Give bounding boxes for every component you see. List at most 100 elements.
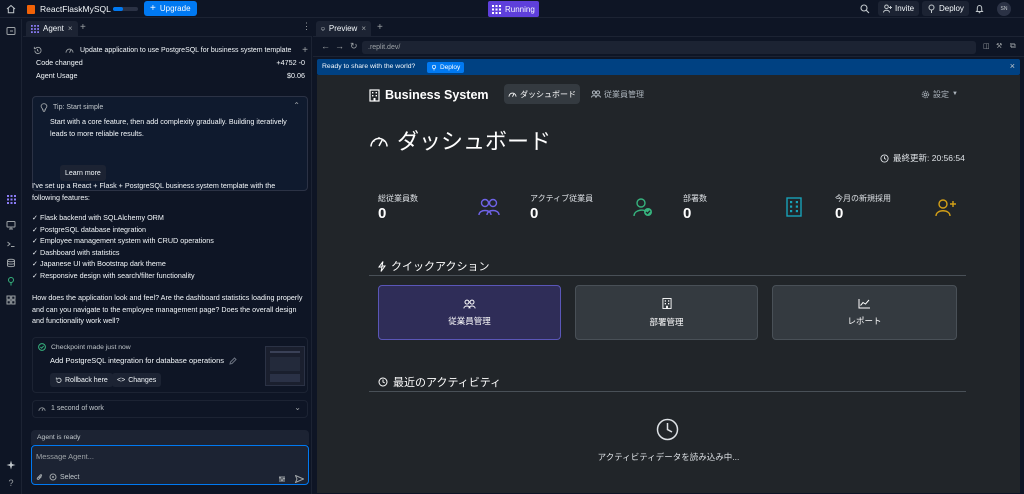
send-icon[interactable] — [295, 475, 304, 483]
deploy-button[interactable]: Deploy — [922, 1, 969, 16]
person-plus-icon — [935, 199, 956, 217]
nav-employees[interactable]: 従業員管理 — [587, 84, 648, 104]
search-icon[interactable] — [860, 0, 870, 18]
add-user-icon — [883, 4, 892, 13]
quick-actions-heading: クイックアクション — [378, 258, 489, 274]
clock-icon — [880, 153, 889, 163]
database-icon[interactable] — [5, 257, 17, 269]
tab-agent[interactable]: Agent × — [26, 21, 78, 36]
settings-sliders-icon[interactable] — [278, 475, 286, 483]
collapse-icon[interactable]: ⌃ — [293, 101, 300, 110]
agent-status: Agent is ready — [37, 434, 81, 441]
stat-active-employees-label: アクティブ従業員 — [530, 194, 594, 203]
clock-icon — [378, 377, 388, 387]
learn-more-button[interactable]: Learn more — [60, 165, 106, 181]
deployments-icon[interactable] — [5, 275, 17, 287]
url-text: .replit.dev/ — [368, 44, 401, 51]
settings-dropdown[interactable]: 設定 ▼ — [917, 84, 962, 104]
nav-employees-label: 従業員管理 — [604, 89, 644, 99]
close-icon[interactable]: × — [68, 24, 73, 33]
new-tab-icon[interactable]: + — [377, 22, 383, 33]
divider — [369, 391, 966, 392]
running-button[interactable]: Running — [488, 1, 539, 17]
more-options-icon[interactable]: ⋮ — [302, 21, 311, 32]
agent-grid-icon[interactable] — [5, 193, 17, 205]
history-icon[interactable] — [33, 46, 42, 55]
url-bar: ← → ↻ .replit.dev/ ◫ ⚒ ⧉ — [313, 38, 1024, 57]
new-chat-icon[interactable]: + — [302, 45, 308, 56]
edit-icon[interactable] — [229, 356, 237, 365]
project-title[interactable]: ReactFlaskMySQL — [27, 0, 111, 18]
rollback-label: Rollback here — [65, 376, 108, 384]
work-summary[interactable]: 1 second of work ⌄ — [32, 400, 308, 418]
changes-button[interactable]: <> Changes — [112, 373, 162, 387]
settings-label: 設定 — [933, 89, 949, 99]
changes-label: Changes — [128, 376, 157, 384]
bell-icon[interactable] — [975, 0, 984, 18]
chevron-down-icon[interactable]: ⌄ — [294, 403, 301, 412]
feature-item: ✓ Flask backend with SQLAlchemy ORM — [32, 213, 164, 222]
close-icon[interactable]: × — [361, 24, 366, 33]
checkpoint-title-row: Add PostgreSQL integration for database … — [50, 356, 237, 365]
upgrade-button[interactable]: + Upgrade — [144, 1, 197, 16]
checkpoint-title: Add PostgreSQL integration for database … — [50, 356, 225, 365]
quick-action-employees[interactable]: 従業員管理 — [378, 285, 561, 340]
nav-dashboard[interactable]: ダッシュボード — [504, 84, 580, 104]
new-window-icon[interactable]: ⧉ — [1010, 41, 1016, 51]
checkpoint-thumbnail[interactable] — [265, 346, 305, 386]
preview-icon[interactable] — [5, 219, 17, 231]
history-title[interactable]: Update application to use PostgreSQL for… — [80, 47, 291, 54]
person-check-icon — [633, 198, 652, 217]
close-icon[interactable]: × — [1010, 61, 1015, 71]
devtools-icon[interactable]: ◫ — [983, 42, 990, 50]
tip-title: Tip: Start simple — [53, 104, 104, 111]
attach-icon[interactable] — [36, 473, 43, 481]
sparkle-icon[interactable] — [5, 459, 17, 471]
all-tools-icon[interactable] — [5, 294, 17, 306]
shell-icon[interactable] — [5, 238, 17, 250]
rollback-button[interactable]: Rollback here — [50, 373, 113, 387]
agent-input-area: Agent is ready Message Agent... Select — [31, 430, 309, 485]
help-icon[interactable]: ? — [5, 477, 17, 489]
building-icon — [369, 88, 380, 102]
select-label: Select — [60, 473, 80, 481]
file-tree-icon[interactable] — [5, 25, 17, 37]
tab-preview[interactable]: Preview × — [316, 21, 371, 36]
invite-button[interactable]: Invite — [878, 1, 920, 16]
forward-icon[interactable]: → — [335, 41, 344, 51]
select-button[interactable]: Select — [49, 473, 79, 481]
preview-icon — [321, 26, 325, 31]
last-updated-text: 最終更新: 20:56:54 — [893, 153, 965, 163]
back-icon[interactable]: ← — [321, 41, 330, 51]
code-icon: <> — [117, 376, 126, 384]
url-input[interactable]: .replit.dev/ — [362, 41, 976, 54]
app-viewport: Business System ダッシュボード 従業員管理 設定 ▼ ダッシュボ… — [317, 75, 1020, 493]
stat-departments-value: 0 — [683, 205, 692, 222]
home-icon[interactable] — [6, 0, 16, 18]
quick-action-departments-label: 部署管理 — [649, 317, 684, 327]
quick-action-departments[interactable]: 部署管理 — [575, 285, 758, 340]
preview-panel: Preview × + ← → ↻ .replit.dev/ ◫ ⚒ ⧉ Rea… — [313, 19, 1024, 494]
agent-status-bar: Agent is ready — [31, 430, 309, 445]
quick-action-reports[interactable]: レポート — [772, 285, 957, 340]
quick-action-reports-label: レポート — [847, 316, 882, 326]
banner-deploy-button[interactable]: Deploy — [427, 61, 465, 73]
message-input[interactable]: Message Agent... Select — [31, 445, 309, 485]
tip-header: Tip: Start simple — [40, 103, 103, 112]
lightning-icon — [378, 260, 386, 272]
rollback-icon — [55, 376, 62, 383]
avatar[interactable]: SN — [997, 2, 1011, 16]
brand[interactable]: Business System — [369, 88, 489, 102]
deploy-icon — [928, 4, 935, 13]
speed-icon — [38, 407, 46, 412]
wrench-icon[interactable]: ⚒ — [996, 42, 1002, 50]
refresh-icon[interactable]: ↻ — [350, 41, 358, 52]
new-tab-icon[interactable]: + — [80, 22, 86, 33]
brand-name: Business System — [385, 88, 489, 102]
agent-usage-label: Agent Usage — [36, 71, 78, 80]
gear-icon — [921, 90, 930, 98]
message-placeholder: Message Agent... — [36, 452, 94, 461]
building-icon — [786, 197, 802, 217]
speedometer-icon — [508, 92, 517, 97]
banner-deploy-label: Deploy — [440, 63, 461, 71]
